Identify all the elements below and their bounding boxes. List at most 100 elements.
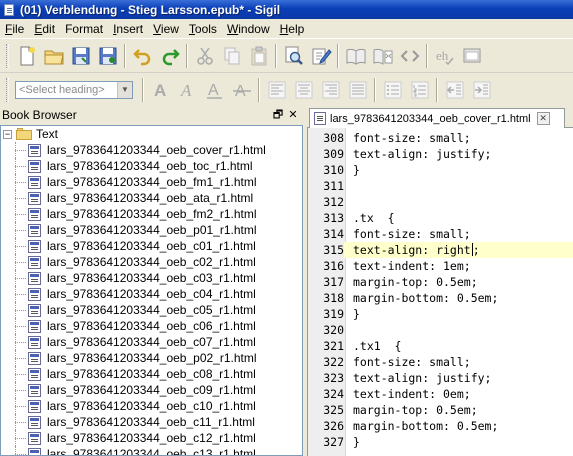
tree-file-item[interactable]: lars_9783641203344_oeb_c09_r1.html	[1, 382, 302, 398]
code-line[interactable]: 321 .tx1 {	[308, 338, 573, 354]
code-text: }	[353, 307, 360, 321]
close-tab-icon[interactable]: ✕	[536, 112, 550, 125]
tree-file-item[interactable]: lars_9783641203344_oeb_c07_r1.html	[1, 334, 302, 350]
align-center-icon[interactable]	[290, 76, 317, 104]
svg-text:A: A	[208, 82, 219, 99]
code-line[interactable]: 326 margin-bottom: 0.5em;	[308, 418, 573, 434]
toolbar-grip[interactable]	[6, 43, 9, 68]
tree-file-item[interactable]: lars_9783641203344_oeb_fm1_r1.html	[1, 174, 302, 190]
html-file-icon	[28, 399, 41, 413]
cut-icon[interactable]	[191, 42, 218, 70]
html-file-icon	[28, 303, 41, 317]
code-line[interactable]: 309 text-align: justify;	[308, 146, 573, 162]
numbered-list-icon[interactable]	[406, 76, 433, 104]
redo-icon[interactable]	[156, 42, 183, 70]
line-number: 311	[323, 179, 344, 193]
chevron-down-icon[interactable]: ▼	[117, 81, 132, 98]
code-line[interactable]: 322 font-size: small;	[308, 354, 573, 370]
menu-item[interactable]: Tools	[184, 22, 222, 36]
paste-icon[interactable]	[245, 42, 272, 70]
code-line[interactable]: 320	[308, 322, 573, 338]
align-right-icon[interactable]	[317, 76, 344, 104]
code-line[interactable]: 317 margin-top: 0.5em;	[308, 274, 573, 290]
tree-file-item[interactable]: lars_9783641203344_oeb_toc_r1.html	[1, 158, 302, 174]
undo-icon[interactable]	[129, 42, 156, 70]
menu-item[interactable]: Format	[60, 22, 108, 36]
code-line[interactable]: 310}	[308, 162, 573, 178]
tree-file-label: lars_9783641203344_oeb_c06_r1.html	[47, 319, 256, 333]
code-line[interactable]: 324 text-indent: 0em;	[308, 386, 573, 402]
new-file-icon[interactable]	[13, 42, 40, 70]
tree-file-item[interactable]: lars_9783641203344_oeb_c08_r1.html	[1, 366, 302, 382]
tree-file-item[interactable]: lars_9783641203344_oeb_c11_r1.html	[1, 414, 302, 430]
menu-item[interactable]: Edit	[29, 22, 60, 36]
menu-item[interactable]: Window	[222, 22, 275, 36]
code-line[interactable]: 312	[308, 194, 573, 210]
code-line[interactable]: 323 text-align: justify;	[308, 370, 573, 386]
collapse-icon[interactable]: −	[3, 129, 12, 139]
float-panel-icon[interactable]: 🗗	[272, 109, 284, 121]
save-as-icon[interactable]	[94, 42, 121, 70]
html-file-icon	[28, 239, 41, 253]
code-editor[interactable]: 308 font-size: small; 309 text-align: justi…	[307, 128, 573, 456]
close-panel-icon[interactable]: ✕	[287, 109, 299, 121]
menu-item-label: iew	[160, 21, 179, 36]
text-caret	[471, 243, 473, 256]
line-number: 323	[323, 371, 344, 385]
bullet-list-icon[interactable]	[379, 76, 406, 104]
toolbar-grip[interactable]	[6, 77, 9, 102]
code-line[interactable]: 318 margin-bottom: 0.5em;	[308, 290, 573, 306]
code-line[interactable]: 325 margin-top: 0.5em;	[308, 402, 573, 418]
code-line[interactable]: 327}	[308, 434, 573, 450]
tree-file-item[interactable]: lars_9783641203344_oeb_c04_r1.html	[1, 286, 302, 302]
code-line[interactable]: 308 font-size: small;	[308, 130, 573, 146]
tree-file-label: lars_9783641203344_oeb_c01_r1.html	[47, 239, 256, 253]
code-line[interactable]: 311	[308, 178, 573, 194]
preview-icon[interactable]	[458, 42, 485, 70]
edit-metadata-icon[interactable]	[307, 42, 334, 70]
underline-icon[interactable]: A	[201, 76, 228, 104]
current-code-line[interactable]: 315 text-align: right;	[308, 242, 573, 258]
tree-file-item[interactable]: lars_9783641203344_oeb_c12_r1.html	[1, 430, 302, 446]
tree-file-label: lars_9783641203344_oeb_c04_r1.html	[47, 287, 256, 301]
menu-item[interactable]: Insert	[108, 22, 148, 36]
bold-icon[interactable]: A	[147, 76, 174, 104]
tree-file-item[interactable]: lars_9783641203344_oeb_ata_r1.html	[1, 190, 302, 206]
tree-file-item[interactable]: lars_9783641203344_oeb_c01_r1.html	[1, 238, 302, 254]
copy-icon[interactable]	[218, 42, 245, 70]
save-icon[interactable]	[67, 42, 94, 70]
spellcheck-icon[interactable]: eh	[431, 42, 458, 70]
menu-item[interactable]: File	[0, 22, 29, 36]
book-view-icon[interactable]	[342, 42, 369, 70]
editor-tab[interactable]: lars_9783641203344_oeb_cover_r1.html ✕	[309, 108, 565, 128]
align-justify-icon[interactable]	[344, 76, 371, 104]
code-line[interactable]: 316 text-indent: 1em;	[308, 258, 573, 274]
tree-folder-text[interactable]: − Text	[1, 126, 302, 142]
italic-icon[interactable]: A	[174, 76, 201, 104]
code-view-icon[interactable]	[396, 42, 423, 70]
tree-file-item[interactable]: lars_9783641203344_oeb_c03_r1.html	[1, 270, 302, 286]
menu-item[interactable]: Help	[275, 22, 310, 36]
tree-file-item[interactable]: lars_9783641203344_oeb_c02_r1.html	[1, 254, 302, 270]
code-line[interactable]: 319}	[308, 306, 573, 322]
tree-file-item[interactable]: lars_9783641203344_oeb_c06_r1.html	[1, 318, 302, 334]
decrease-indent-icon[interactable]	[441, 76, 468, 104]
menu-item[interactable]: View	[148, 22, 184, 36]
strikethrough-icon[interactable]: A	[228, 76, 255, 104]
find-icon[interactable]	[280, 42, 307, 70]
split-view-icon[interactable]	[369, 42, 396, 70]
tree-file-item[interactable]: lars_9783641203344_oeb_p01_r1.html	[1, 222, 302, 238]
tree-file-item[interactable]: lars_9783641203344_oeb_c13_r1.html	[1, 446, 302, 455]
tree-file-item[interactable]: lars_9783641203344_oeb_c10_r1.html	[1, 398, 302, 414]
heading-select[interactable]: <Select heading> ▼	[15, 80, 133, 99]
tree-file-item[interactable]: lars_9783641203344_oeb_c05_r1.html	[1, 302, 302, 318]
tree-file-item[interactable]: lars_9783641203344_oeb_fm2_r1.html	[1, 206, 302, 222]
increase-indent-icon[interactable]	[468, 76, 495, 104]
code-line[interactable]: 314 font-size: small;	[308, 226, 573, 242]
align-left-icon[interactable]	[263, 76, 290, 104]
tree-file-item[interactable]: lars_9783641203344_oeb_p02_r1.html	[1, 350, 302, 366]
tree-file-item[interactable]: lars_9783641203344_oeb_cover_r1.html	[1, 142, 302, 158]
code-line[interactable]: 313 .tx {	[308, 210, 573, 226]
html-file-icon	[28, 367, 41, 381]
open-folder-icon[interactable]	[40, 42, 67, 70]
